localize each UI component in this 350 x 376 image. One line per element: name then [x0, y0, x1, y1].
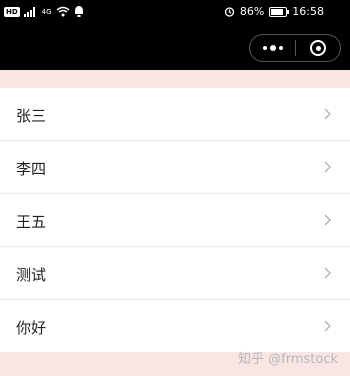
battery-icon — [269, 6, 290, 17]
list-item-label: 你好 — [16, 319, 47, 337]
list-item[interactable]: 张三 — [0, 88, 350, 141]
chevron-right-icon — [324, 161, 331, 173]
more-dots-icon-center — [269, 45, 276, 51]
mini-program-capsule — [249, 34, 341, 62]
status-bar: HD 4G 86% 16:58 — [0, 0, 350, 26]
top-band — [0, 70, 350, 88]
target-close-icon — [310, 40, 326, 56]
status-left: HD 4G — [4, 6, 84, 17]
list-item-label: 张三 — [16, 107, 47, 125]
close-button[interactable] — [296, 35, 340, 61]
signal-icon — [23, 6, 35, 17]
list-item[interactable]: 李四 — [0, 141, 350, 194]
list-item[interactable]: 测试 — [0, 247, 350, 300]
network-type-label: 4G — [41, 7, 52, 16]
list-item[interactable]: 你好 — [0, 300, 350, 353]
watermark: 知乎 @frmstock — [238, 352, 338, 367]
list-item-label: 李四 — [16, 160, 47, 178]
chevron-right-icon — [324, 108, 331, 120]
list-item-label: 王五 — [16, 213, 47, 231]
wifi-icon — [56, 6, 70, 17]
hd-badge: HD — [4, 6, 20, 17]
clock: 16:58 — [292, 5, 324, 18]
more-button[interactable] — [250, 35, 295, 61]
status-right: 86% 16:58 — [224, 5, 324, 18]
more-dots-icon-end — [278, 46, 283, 50]
chevron-right-icon — [324, 267, 331, 279]
list-item-label: 测试 — [16, 266, 47, 284]
alarm-icon — [224, 7, 234, 17]
notification-icon — [74, 6, 83, 17]
target-close-icon-core — [315, 45, 321, 51]
list-item[interactable]: 王五 — [0, 194, 350, 247]
battery-percent: 86% — [239, 5, 265, 18]
chevron-right-icon — [324, 320, 331, 332]
name-list: 张三 李四 王五 测试 你好 — [0, 88, 350, 353]
nav-bar — [0, 26, 350, 70]
chevron-right-icon — [324, 214, 331, 226]
more-dots-icon — [262, 46, 267, 50]
